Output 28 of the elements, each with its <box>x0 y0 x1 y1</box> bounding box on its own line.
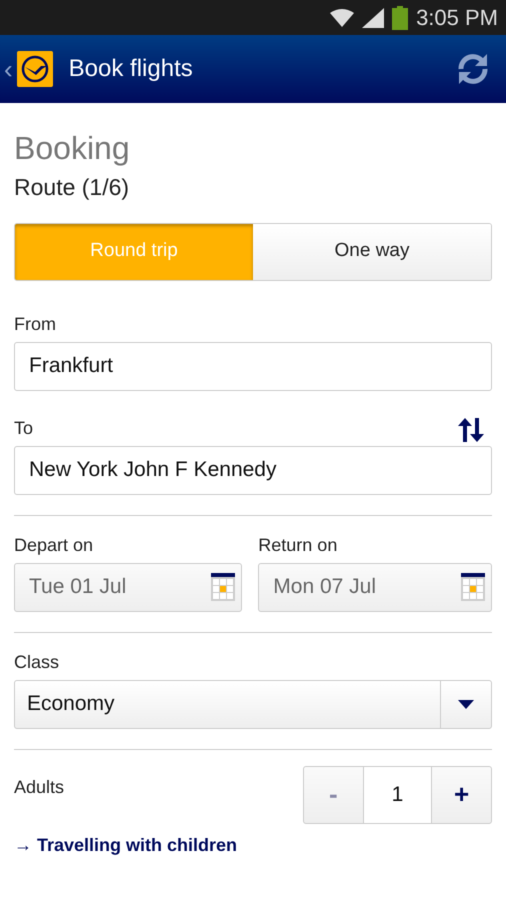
adults-count: 1 <box>362 766 432 823</box>
calendar-icon[interactable] <box>461 573 486 602</box>
page-heading: Booking <box>14 131 131 166</box>
field-label: Return on <box>258 534 338 557</box>
date-field[interactable]: Mon 07 Jul <box>258 562 492 612</box>
wifi-icon <box>330 8 354 28</box>
field-label: Adults <box>14 776 64 799</box>
trip-type-tab[interactable]: One way <box>253 224 491 280</box>
children-link[interactable]: → Travelling with children <box>14 832 238 859</box>
increment-button[interactable]: + <box>432 766 491 823</box>
back-chevron[interactable]: ‹ <box>4 56 13 82</box>
field-label: Depart on <box>14 534 94 557</box>
calendar-icon[interactable] <box>211 573 236 602</box>
date-field[interactable]: Tue 01 Jul <box>14 562 242 612</box>
field-label: To <box>14 416 34 440</box>
field-label: Class <box>14 650 60 674</box>
caret-icon[interactable] <box>458 700 474 709</box>
swap-icon[interactable] <box>458 418 484 442</box>
screen-title: Book flights <box>68 54 194 84</box>
field-label: From <box>14 312 57 336</box>
signal-icon <box>362 8 384 28</box>
from-field[interactable]: Frankfurt <box>14 342 492 391</box>
refresh-icon[interactable] <box>456 52 490 86</box>
to-field[interactable]: New York John F Kennedy <box>14 446 492 495</box>
route-step: Route (1/6) <box>14 170 492 205</box>
class-dropdown[interactable]: Economy <box>14 680 492 729</box>
battery-icon <box>392 6 408 30</box>
status-time: 3:05 PM <box>416 4 498 32</box>
